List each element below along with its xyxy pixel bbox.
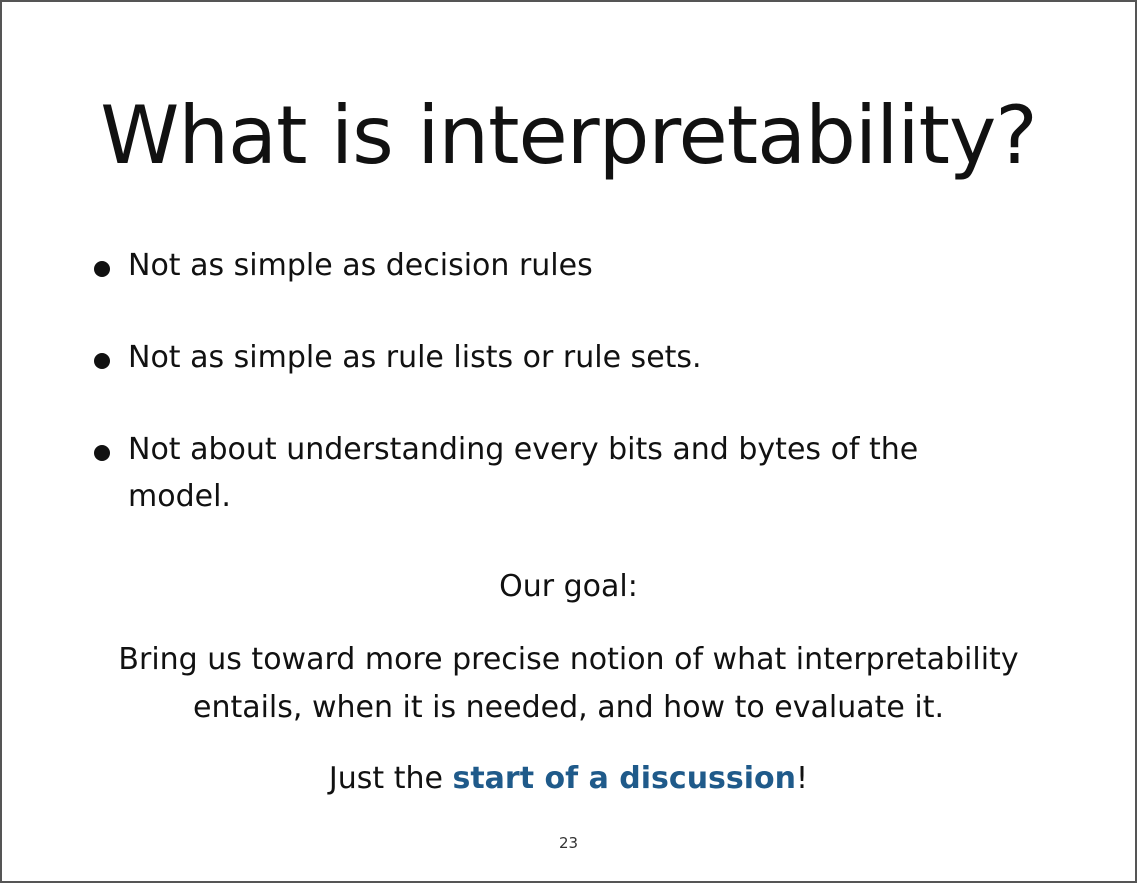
discussion-suffix: ! [796,761,809,796]
bullet-item: Not as simple as rule lists or rule sets… [90,334,1010,381]
slide-title: What is interpretability? [100,89,1038,182]
bullet-text: Not about understanding every bits and b… [128,432,919,514]
discussion-line: Just the start of a discussion! [2,755,1135,802]
slide: What is interpretability? Not as simple … [0,0,1137,883]
discussion-prefix: Just the [328,761,453,796]
discussion-highlight: start of a discussion [452,761,797,796]
bullet-dot-icon [94,353,110,369]
bullet-list: Not as simple as decision rules Not as s… [90,242,1010,565]
goal-label: Our goal: [499,569,638,604]
bullet-text: Not as simple as decision rules [128,248,593,283]
bullet-text: Not as simple as rule lists or rule sets… [128,340,702,375]
bullet-item: Not as simple as decision rules [90,242,1010,289]
bullet-item: Not about understanding every bits and b… [90,426,1010,520]
bullet-dot-icon [94,261,110,277]
page-number: 23 [558,834,579,852]
bullet-dot-icon [94,445,110,461]
goal-text: Bring us toward more precise notion of w… [118,642,1019,725]
